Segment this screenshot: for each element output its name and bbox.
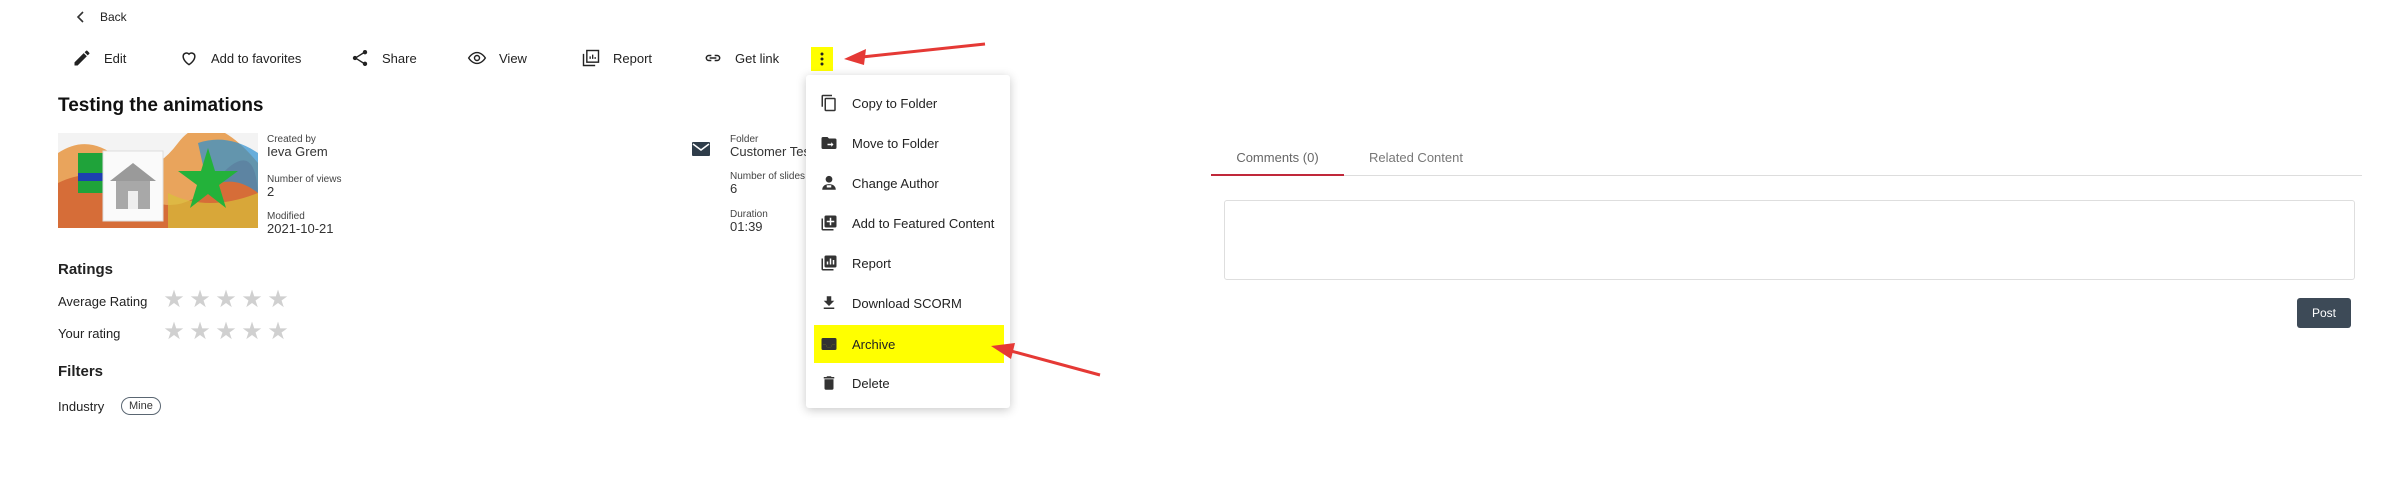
tab-comments[interactable]: Comments (0) <box>1211 140 1344 176</box>
star-icon[interactable]: ★ <box>187 320 213 344</box>
duration-value: 01:39 <box>730 219 763 234</box>
menu-item-change-author[interactable]: Change Author <box>806 165 1010 201</box>
ratings-heading: Ratings <box>58 261 114 278</box>
annotation-arrow-top <box>844 42 986 65</box>
your-rating-label: Your rating <box>58 326 121 341</box>
heart-icon <box>179 48 199 68</box>
view-label: View <box>499 50 527 66</box>
folder-move-icon <box>820 134 838 152</box>
share-label: Share <box>382 50 417 66</box>
menu-item-delete[interactable]: Delete <box>806 365 1010 401</box>
folder-value[interactable]: Customer Test <box>730 145 814 158</box>
share-icon <box>350 48 370 68</box>
filters-heading: Filters <box>58 363 104 380</box>
star-icon[interactable]: ★ <box>239 320 265 344</box>
star-icon[interactable]: ★ <box>265 320 291 344</box>
menu-item-archive[interactable]: Archive <box>814 325 1004 363</box>
add-to-favorites-button[interactable]: Add to favorites <box>179 44 301 72</box>
more-options-menu: Copy to Folder Move to Folder Change Aut… <box>806 75 1010 408</box>
trash-icon <box>820 374 838 392</box>
star-icon: ★ <box>215 286 237 313</box>
menu-item-label: Report <box>852 255 892 271</box>
menu-item-label: Copy to Folder <box>852 95 938 111</box>
edit-label: Edit <box>104 50 127 66</box>
pencil-icon <box>72 48 92 68</box>
menu-item-add-to-featured[interactable]: Add to Featured Content <box>806 205 1010 241</box>
your-rating-stars[interactable]: ★ ★ ★ ★ ★ <box>161 320 291 344</box>
person-icon <box>820 174 838 192</box>
annotation-arrow-archive <box>991 343 1101 377</box>
average-rating-stars: ★ ★ ★ ★ ★ <box>161 288 291 312</box>
comment-input[interactable] <box>1224 200 2355 280</box>
archive-icon <box>820 335 838 353</box>
edit-button[interactable]: Edit <box>72 44 126 72</box>
back-button[interactable]: Back <box>76 7 127 27</box>
back-label: Back <box>100 10 127 24</box>
chevron-left-icon <box>76 11 86 23</box>
star-icon[interactable]: ★ <box>213 320 239 344</box>
post-button[interactable]: Post <box>2297 298 2351 328</box>
star-icon: ★ <box>241 286 263 313</box>
menu-item-label: Archive <box>852 336 896 352</box>
link-icon <box>703 48 723 68</box>
eye-icon <box>467 48 487 68</box>
slides-label: Number of slides <box>730 171 806 182</box>
tab-related-content[interactable]: Related Content <box>1351 140 1481 174</box>
industry-label: Industry <box>58 399 105 414</box>
star-icon: ★ <box>189 286 211 313</box>
content-tabs: Comments (0) Related Content <box>1211 140 2362 176</box>
get-link-button[interactable]: Get link <box>703 44 779 72</box>
download-icon <box>820 294 838 312</box>
report-button[interactable]: Report <box>581 44 652 72</box>
view-button[interactable]: View <box>467 44 527 72</box>
menu-item-label: Download SCORM <box>852 295 962 311</box>
star-icon: ★ <box>163 286 185 313</box>
menu-item-move-to-folder[interactable]: Move to Folder <box>806 125 1010 161</box>
created-by-value: Ieva Grem <box>267 144 328 159</box>
more-vertical-icon <box>819 52 825 66</box>
more-options-button[interactable] <box>811 47 833 71</box>
copy-icon <box>820 94 838 112</box>
industry-tag[interactable]: Mine <box>121 397 161 415</box>
views-value: 2 <box>267 184 275 199</box>
tab-label: Related Content <box>1369 149 1463 165</box>
menu-item-label: Change Author <box>852 175 939 191</box>
views-label: Number of views <box>267 174 342 185</box>
star-icon: ★ <box>267 286 289 313</box>
report-label: Report <box>613 50 653 66</box>
star-icon[interactable]: ★ <box>161 320 187 344</box>
report-icon <box>581 48 601 68</box>
average-rating-label: Average Rating <box>58 294 148 309</box>
get-link-label: Get link <box>735 50 780 66</box>
menu-item-copy-to-folder[interactable]: Copy to Folder <box>806 85 1010 121</box>
share-button[interactable]: Share <box>350 44 417 72</box>
add-box-icon <box>820 214 838 232</box>
favorites-label: Add to favorites <box>211 50 302 66</box>
menu-item-label: Add to Featured Content <box>852 215 995 231</box>
slides-value: 6 <box>730 181 738 196</box>
menu-item-label: Delete <box>852 375 890 391</box>
report-icon <box>820 254 838 272</box>
menu-item-download-scorm[interactable]: Download SCORM <box>806 285 1010 321</box>
menu-item-label: Move to Folder <box>852 135 939 151</box>
modified-value: 2021-10-21 <box>267 221 334 236</box>
menu-item-report[interactable]: Report <box>806 245 1010 281</box>
tab-label: Comments (0) <box>1236 149 1319 165</box>
mail-icon <box>692 141 710 157</box>
content-thumbnail[interactable] <box>58 133 258 228</box>
page-title: Testing the animations <box>58 95 264 116</box>
